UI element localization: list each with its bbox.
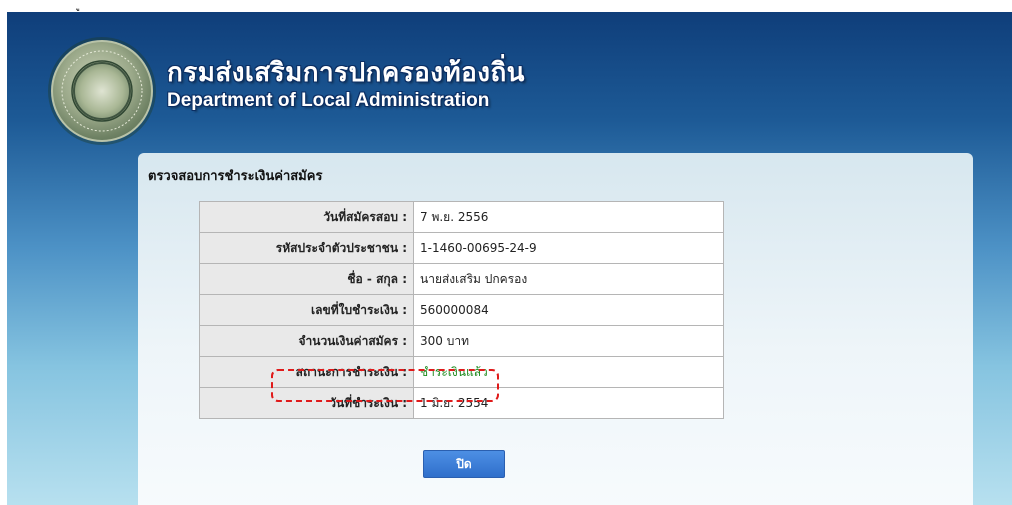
- row-label: ชื่อ - สกุล :: [199, 263, 414, 295]
- table-row: เลขที่ใบชำระเงิน : 560000084: [199, 294, 724, 326]
- row-label: รหัสประจำตัวประชาชน :: [199, 232, 414, 264]
- table-row: รหัสประจำตัวประชาชน : 1-1460-00695-24-9: [199, 232, 724, 264]
- table-row: สถานะการชำระเงิน : ชำระเงินแล้ว: [199, 356, 724, 388]
- table-row: วันที่ชำระเงิน : 1 มิ.ย. 2554: [199, 387, 724, 419]
- org-title-thai: กรมส่งเสริมการปกครองท้องถิ่น: [167, 58, 525, 88]
- row-label: เลขที่ใบชำระเงิน :: [199, 294, 414, 326]
- row-value: 7 พ.ย. 2556: [413, 201, 724, 233]
- site-header: กรมส่งเสริมการปกครองท้องถิ่น Department …: [7, 12, 1012, 152]
- row-value: 1 มิ.ย. 2554: [413, 387, 724, 419]
- row-value: 560000084: [413, 294, 724, 326]
- row-label: จำนวนเงินค่าสมัคร :: [199, 325, 414, 357]
- row-value: 1-1460-00695-24-9: [413, 232, 724, 264]
- table-row: ชื่อ - สกุล : นายส่งเสริม ปกครอง: [199, 263, 724, 295]
- org-title-english: Department of Local Administration: [167, 90, 490, 111]
- close-button[interactable]: ปิด: [423, 450, 505, 478]
- dla-seal-icon: [51, 40, 153, 142]
- row-label: วันที่สมัครสอบ :: [199, 201, 414, 233]
- payment-info-table: วันที่สมัครสอบ : 7 พ.ย. 2556 รหัสประจำตั…: [199, 201, 724, 419]
- row-label: สถานะการชำระเงิน :: [199, 356, 414, 388]
- payment-check-panel: ตรวจสอบการชำระเงินค่าสมัคร วันที่สมัครสอ…: [138, 153, 973, 505]
- page-frame: กรมส่งเสริมการปกครองท้องถิ่น Department …: [7, 12, 1012, 505]
- table-row: จำนวนเงินค่าสมัคร : 300 บาท: [199, 325, 724, 357]
- row-value: นายส่งเสริม ปกครอง: [413, 263, 724, 295]
- row-value: 300 บาท: [413, 325, 724, 357]
- panel-title: ตรวจสอบการชำระเงินค่าสมัคร: [148, 169, 323, 184]
- table-row: วันที่สมัครสอบ : 7 พ.ย. 2556: [199, 201, 724, 233]
- row-label: วันที่ชำระเงิน :: [199, 387, 414, 419]
- payment-status-value: ชำระเงินแล้ว: [413, 356, 724, 388]
- seal-emblem: [73, 62, 131, 120]
